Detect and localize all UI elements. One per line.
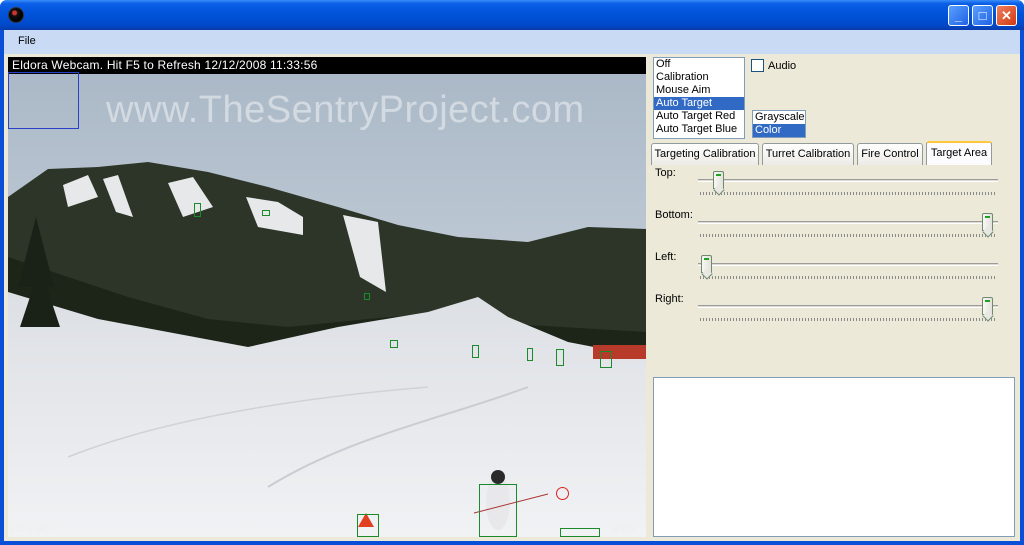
detected-target-box [556,349,564,366]
mode-item-selected[interactable]: Auto Target [654,97,744,110]
detected-target-box [479,484,517,537]
detected-target-box [600,351,612,368]
menu-file[interactable]: File [18,35,36,47]
detected-target-box [194,203,201,217]
slider-ticks [700,234,996,237]
control-panel: Off Calibration Mouse Aim Auto Target Au… [650,54,1020,541]
color-mode-listbox[interactable]: Grayscale Color [752,110,806,138]
aim-crosshair [556,487,569,500]
client-area: Eldora Webcam. Hit F5 to Refresh 12/12/2… [4,54,1020,541]
mode-item[interactable]: Auto Target Blue [654,123,744,136]
mode-listbox[interactable]: Off Calibration Mouse Aim Auto Target Au… [653,57,745,139]
detected-target-box [262,210,270,216]
slider-track[interactable] [698,221,998,224]
slider-thumb[interactable] [712,171,724,189]
detected-target-box [527,348,533,361]
slider-track[interactable] [698,305,998,308]
mode-item[interactable]: Off [654,58,744,71]
main-window: _ □ ✕ File Eldora Webcam. Hit F5 to Refr… [0,0,1024,545]
resolution-label: 640 x 480 [10,524,50,534]
maximize-button[interactable]: □ [972,5,993,26]
slider-track[interactable] [698,263,998,266]
audio-checkbox-group[interactable]: Audio [751,59,796,72]
mode-item[interactable]: Auto Target Red [654,110,744,123]
detected-target-box [560,528,600,537]
fps-label: 3FPS [612,524,635,534]
slider-label: Top: [655,167,676,179]
tab-target-area[interactable]: Target Area [926,141,992,165]
slider-thumb[interactable] [700,255,712,273]
color-mode-item[interactable]: Grayscale [753,111,805,124]
tab-strip: Targeting Calibration Turret Calibration… [650,141,1020,165]
slider-ticks [700,192,996,195]
watermark: www.TheSentryProject.com [106,89,585,131]
audio-checkbox[interactable] [751,59,764,72]
slider-ticks [700,276,996,279]
mode-item[interactable]: Calibration [654,71,744,84]
detected-target-box [390,340,398,348]
tab-fire-control[interactable]: Fire Control [857,143,923,165]
slider-left: Left: [650,251,1020,291]
slider-ticks [700,318,996,321]
color-mode-item-selected[interactable]: Color [753,124,805,137]
slider-thumb[interactable] [982,213,994,231]
video-header: Eldora Webcam. Hit F5 to Refresh 12/12/2… [8,57,646,74]
menu-bar: File [4,30,1020,54]
audio-label[interactable]: Audio [768,60,796,72]
tab-turret-calibration[interactable]: Turret Calibration [762,143,854,165]
detected-target-box [472,345,479,358]
slider-label: Right: [655,293,684,305]
detected-target-box [364,293,370,300]
webcam-view[interactable]: Eldora Webcam. Hit F5 to Refresh 12/12/2… [8,57,646,537]
detected-target-box [357,514,379,537]
slider-thumb[interactable] [982,297,994,315]
target-area-box [8,72,79,129]
tab-targeting-calibration[interactable]: Targeting Calibration [651,143,759,165]
slider-right: Right: [650,293,1020,333]
slider-label: Bottom: [655,209,693,221]
slider-top: Top: [650,167,1020,207]
title-bar[interactable]: _ □ ✕ [0,0,1024,30]
slider-bottom: Bottom: [650,209,1020,249]
slider-track[interactable] [698,179,998,182]
close-button[interactable]: ✕ [996,5,1017,26]
sentry-ball-icon[interactable] [8,7,24,23]
minimize-button[interactable]: _ [948,5,969,26]
output-textbox[interactable] [653,377,1015,537]
mode-item[interactable]: Mouse Aim [654,84,744,97]
slider-label: Left: [655,251,677,263]
